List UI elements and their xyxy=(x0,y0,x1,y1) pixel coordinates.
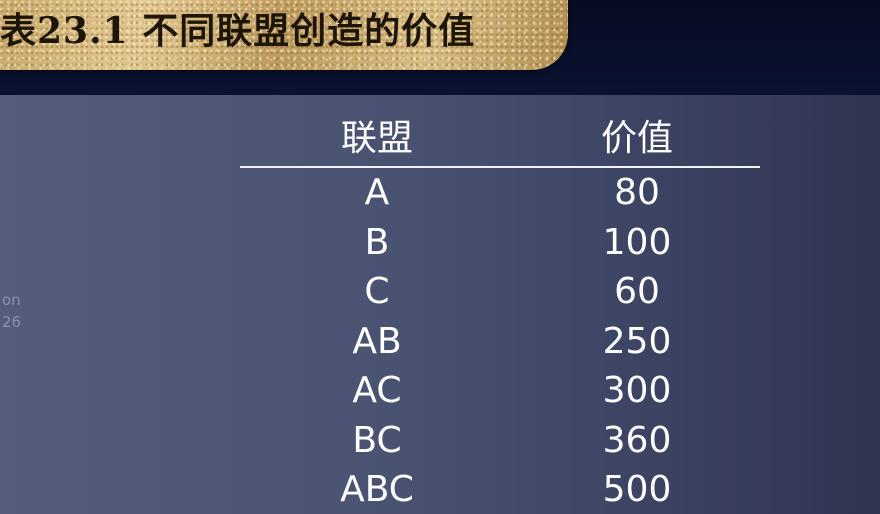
cell-value: 360 xyxy=(602,419,672,461)
header-coalition: 联盟 xyxy=(340,118,413,159)
cell-value: 500 xyxy=(602,469,672,510)
side-text-fragment: on 26 xyxy=(2,289,21,333)
cell-value: 250 xyxy=(602,320,672,362)
cell-coalition: AB xyxy=(352,320,402,362)
side-fragment-line: 26 xyxy=(2,313,22,331)
table-row: BC 360 xyxy=(240,416,760,466)
table-row: ABC 500 xyxy=(240,465,760,514)
table-row: B 100 xyxy=(240,218,760,268)
table-row: AB 250 xyxy=(240,317,760,367)
slide: 表23.1 不同联盟创造的价值 on 26 联盟 价值 A 80 B 100 C… xyxy=(0,0,880,514)
cell-value: 300 xyxy=(602,370,672,411)
coalition-value-table: 联盟 价值 A 80 B 100 C 60 AB 250 AC 300 BC 3… xyxy=(240,112,760,514)
cell-coalition: ABC xyxy=(340,469,414,510)
cell-coalition: AC xyxy=(352,370,402,411)
table-header-row: 联盟 价值 xyxy=(240,112,760,168)
side-fragment-line: on xyxy=(2,291,21,309)
header-value: 价值 xyxy=(600,118,673,159)
cell-value: 100 xyxy=(602,221,672,263)
cell-coalition: BC xyxy=(352,419,402,461)
cell-coalition: C xyxy=(364,271,390,312)
cell-value: 60 xyxy=(614,271,660,312)
table-row: A 80 xyxy=(240,168,760,218)
cell-coalition: A xyxy=(364,172,390,213)
table-row: C 60 xyxy=(240,267,760,317)
title-banner: 表23.1 不同联盟创造的价值 xyxy=(0,0,568,70)
table-title: 表23.1 不同联盟创造的价值 xyxy=(0,10,476,52)
cell-coalition: B xyxy=(364,221,390,263)
cell-value: 80 xyxy=(614,172,660,213)
table-row: AC 300 xyxy=(240,366,760,416)
